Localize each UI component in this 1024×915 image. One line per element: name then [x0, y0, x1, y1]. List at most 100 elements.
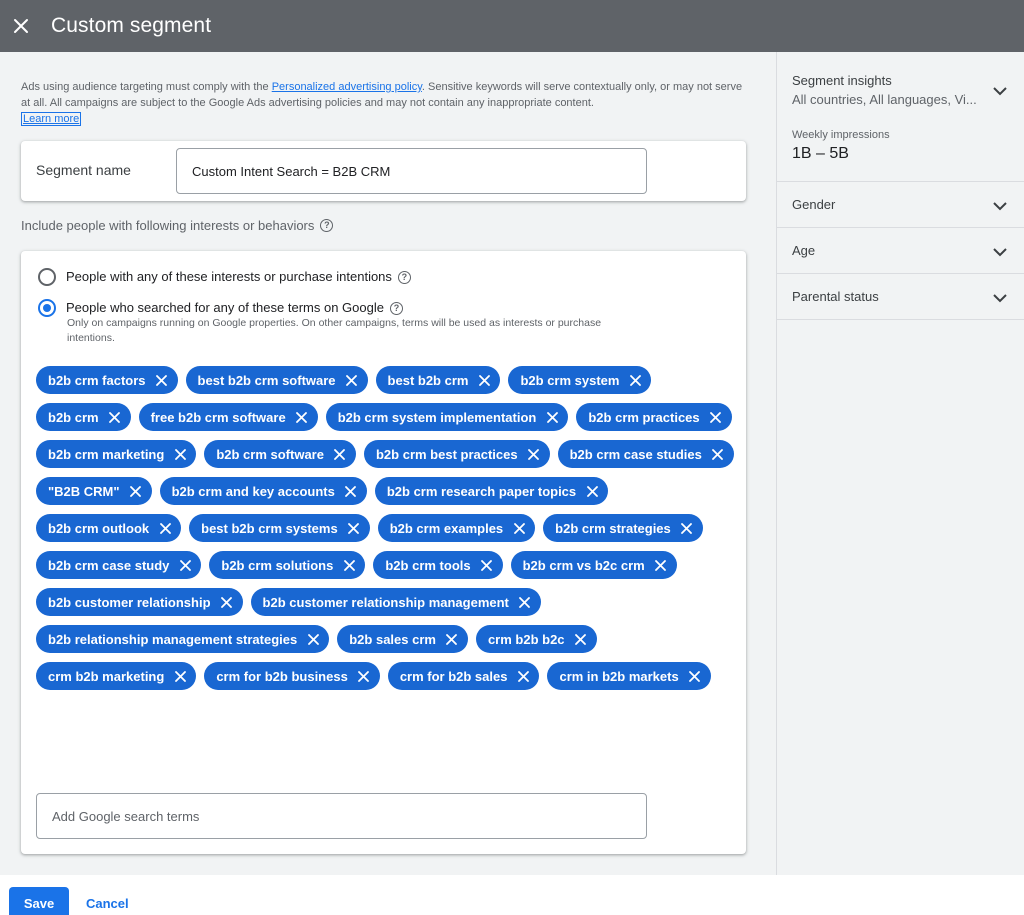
radio-searched[interactable] — [38, 299, 56, 317]
search-term-chip: b2b crm — [36, 403, 131, 431]
add-search-terms-input[interactable]: Add Google search terms — [36, 793, 647, 839]
remove-term-icon[interactable] — [526, 446, 542, 462]
remove-term-icon[interactable] — [511, 520, 527, 536]
parental-status-title: Parental status — [792, 289, 879, 304]
remove-term-icon[interactable] — [107, 409, 123, 425]
search-term-chip: b2b crm strategies — [543, 514, 703, 542]
search-term-chip: b2b crm system — [508, 366, 652, 394]
close-button[interactable] — [0, 5, 42, 47]
notice-text-start: Ads using audience targeting must comply… — [21, 81, 272, 93]
dialog-footer: Save Cancel — [0, 875, 1024, 915]
dialog-title: Custom segment — [51, 14, 212, 37]
search-terms-list: b2b crm factors best b2b crm software best… — [36, 366, 736, 690]
policy-link[interactable]: Personalized advertising policy — [272, 81, 422, 93]
remove-term-icon[interactable] — [444, 631, 460, 647]
remove-term-icon[interactable] — [356, 668, 372, 684]
search-term-chip: b2b crm research paper topics — [374, 477, 609, 505]
search-term-chip: b2b crm tools — [373, 551, 503, 579]
search-term-label: best b2b crm — [387, 372, 469, 388]
segment-name-card: Segment name Custom Intent Search = B2B … — [21, 141, 746, 201]
search-term-label: crm for b2b business — [216, 668, 348, 684]
search-term-chip: b2b sales crm — [337, 625, 468, 653]
search-term-chip: b2b crm software — [204, 440, 356, 468]
parental-status-section[interactable]: Parental status — [777, 274, 1024, 320]
remove-term-icon[interactable] — [128, 483, 144, 499]
help-icon[interactable]: ? — [397, 270, 411, 284]
search-term-label: b2b relationship management strategies — [48, 631, 298, 647]
option-interests-label: People with any of these interests or pu… — [66, 269, 392, 284]
search-term-label: b2b crm case study — [48, 557, 170, 573]
radio-interests[interactable] — [38, 268, 56, 286]
insights-sidebar: Segment insights All countries, All lang… — [776, 52, 1024, 875]
option-searched-label: People who searched for any of these ter… — [66, 300, 384, 315]
remove-term-icon[interactable] — [341, 557, 357, 573]
save-button[interactable]: Save — [9, 887, 69, 915]
remove-term-icon[interactable] — [154, 372, 170, 388]
remove-term-icon[interactable] — [708, 409, 724, 425]
search-term-chip: crm for b2b sales — [387, 662, 540, 690]
remove-term-icon[interactable] — [517, 594, 533, 610]
chevron-down-icon[interactable] — [991, 197, 1009, 215]
search-term-label: b2b crm marketing — [48, 446, 165, 462]
segment-insights-section[interactable]: Segment insights All countries, All lang… — [777, 52, 1024, 182]
remove-term-icon[interactable] — [584, 483, 600, 499]
remove-term-icon[interactable] — [172, 446, 188, 462]
segment-name-input[interactable]: Custom Intent Search = B2B CRM — [176, 148, 647, 194]
chevron-down-icon[interactable] — [991, 82, 1009, 100]
option-searched-row[interactable]: People who searched for any of these ter… — [38, 299, 403, 317]
search-term-label: best b2b crm software — [197, 372, 336, 388]
remove-term-icon[interactable] — [332, 446, 348, 462]
search-term-label: crm in b2b markets — [559, 668, 679, 684]
remove-term-icon[interactable] — [305, 631, 321, 647]
help-icon[interactable]: ? — [389, 301, 403, 315]
search-term-label: b2b crm case studies — [569, 446, 702, 462]
learn-more-link[interactable]: Learn more — [21, 112, 82, 126]
weekly-impressions-value: 1B – 5B — [792, 145, 849, 162]
remove-term-icon[interactable] — [177, 557, 193, 573]
search-term-chip: crm in b2b markets — [547, 662, 711, 690]
remove-term-icon[interactable] — [544, 409, 560, 425]
search-term-label: b2b crm research paper topics — [386, 483, 577, 499]
remove-term-icon[interactable] — [476, 372, 492, 388]
dialog-header: Custom segment — [0, 0, 1024, 52]
search-term-label: b2b crm factors — [48, 372, 146, 388]
remove-term-icon[interactable] — [294, 409, 310, 425]
remove-term-icon[interactable] — [679, 520, 695, 536]
close-icon — [14, 19, 28, 33]
remove-term-icon[interactable] — [219, 594, 235, 610]
age-section[interactable]: Age — [777, 228, 1024, 274]
remove-term-icon[interactable] — [344, 372, 360, 388]
remove-term-icon[interactable] — [573, 631, 589, 647]
add-search-terms-placeholder: Add Google search terms — [52, 808, 200, 824]
chevron-down-icon[interactable] — [991, 243, 1009, 261]
remove-term-icon[interactable] — [515, 668, 531, 684]
remove-term-icon[interactable] — [627, 372, 643, 388]
option-interests-row[interactable]: People with any of these interests or pu… — [38, 268, 411, 286]
remove-term-icon[interactable] — [157, 520, 173, 536]
search-term-chip: b2b crm vs b2c crm — [510, 551, 677, 579]
search-term-chip: crm b2b b2c — [475, 625, 597, 653]
remove-term-icon[interactable] — [172, 668, 188, 684]
chevron-down-icon[interactable] — [991, 289, 1009, 307]
search-term-label: b2b crm system — [520, 372, 620, 388]
search-term-chip: b2b customer relationship — [36, 588, 243, 616]
search-term-chip: best b2b crm — [375, 366, 501, 394]
search-term-chip: b2b crm outlook — [36, 514, 182, 542]
search-term-label: b2b crm — [48, 409, 99, 425]
remove-term-icon[interactable] — [479, 557, 495, 573]
search-term-label: b2b crm practices — [588, 409, 700, 425]
gender-section[interactable]: Gender — [777, 182, 1024, 228]
remove-term-icon[interactable] — [346, 520, 362, 536]
search-term-chip: b2b crm system implementation — [325, 403, 569, 431]
search-term-chip: b2b crm examples — [377, 514, 536, 542]
cancel-button[interactable]: Cancel — [86, 896, 129, 911]
search-term-chip: b2b crm factors — [36, 366, 178, 394]
remove-term-icon[interactable] — [653, 557, 669, 573]
help-icon[interactable]: ? — [320, 219, 334, 232]
remove-term-icon[interactable] — [687, 668, 703, 684]
remove-term-icon[interactable] — [710, 446, 726, 462]
remove-term-icon[interactable] — [343, 483, 359, 499]
search-term-chip: b2b crm solutions — [209, 551, 366, 579]
search-term-label: b2b crm tools — [385, 557, 471, 573]
segment-insights-subtitle: All countries, All languages, Vi... — [792, 92, 977, 107]
